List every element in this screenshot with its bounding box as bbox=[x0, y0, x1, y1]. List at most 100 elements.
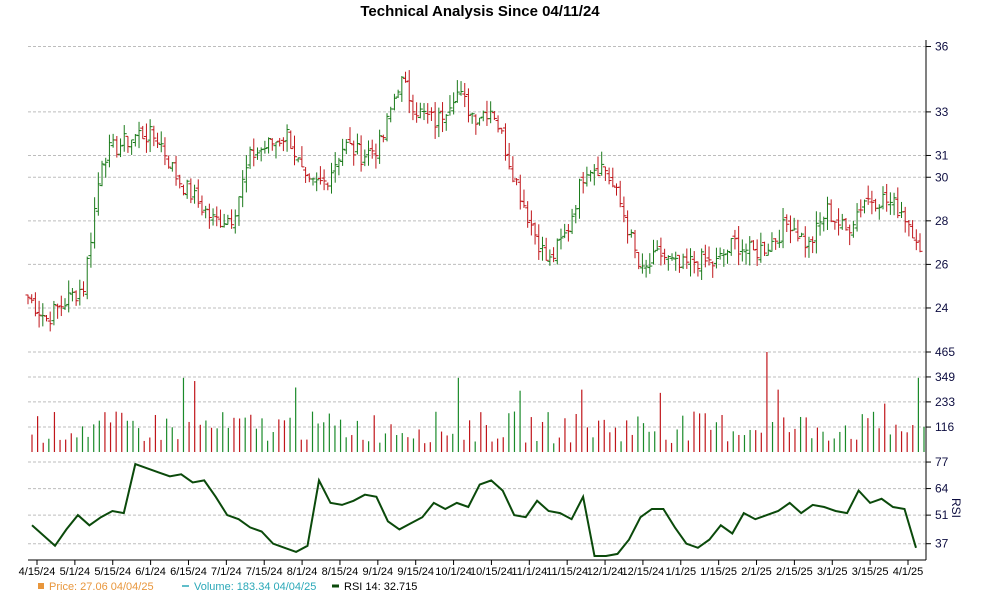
ohlc-bar bbox=[828, 199, 834, 223]
ohlc-bar bbox=[254, 147, 260, 160]
x-tick-label: 8/15/24 bbox=[322, 566, 359, 578]
ohlc-bar bbox=[243, 155, 249, 193]
rsi-y-axis: 37 51 64 77 bbox=[926, 455, 949, 551]
x-tick-label: 5/15/24 bbox=[94, 566, 131, 578]
ohlc-bar bbox=[95, 172, 101, 216]
volume-tick-label: 233 bbox=[935, 395, 955, 409]
x-tick-label: 9/1/24 bbox=[363, 566, 394, 578]
ohlc-bar bbox=[576, 178, 582, 219]
ohlc-bar bbox=[125, 135, 131, 153]
ohlc-bar bbox=[528, 210, 534, 236]
ohlc-bar bbox=[791, 217, 797, 231]
rsi-line bbox=[31, 462, 917, 557]
ohlc-bar bbox=[340, 138, 346, 166]
ohlc-bar bbox=[743, 243, 749, 265]
ohlc-bar bbox=[373, 143, 379, 169]
ohlc-bar bbox=[506, 142, 512, 170]
ohlc-bar bbox=[651, 239, 657, 265]
ohlc-bar bbox=[739, 239, 745, 262]
ohlc-bar bbox=[103, 157, 109, 178]
ohlc-bar bbox=[824, 196, 830, 230]
x-tick-label: 1/15/25 bbox=[700, 566, 737, 578]
x-tick-label: 12/15/24 bbox=[621, 566, 664, 578]
ohlc-bar bbox=[51, 300, 57, 326]
ohlc-bar bbox=[713, 247, 719, 269]
ohlc-bar bbox=[69, 288, 75, 302]
ohlc-bar bbox=[873, 198, 879, 212]
price-gridlines bbox=[28, 46, 926, 309]
ohlc-bar bbox=[773, 238, 779, 250]
ohlc-bar bbox=[869, 190, 875, 215]
ohlc-bar bbox=[199, 195, 205, 216]
ohlc-bar bbox=[421, 103, 427, 121]
ohlc-bar bbox=[895, 187, 901, 219]
ohlc-bar bbox=[717, 247, 723, 260]
ohlc-bar bbox=[332, 152, 338, 183]
ohlc-bar bbox=[613, 183, 619, 196]
ohlc-bar bbox=[728, 238, 734, 256]
ohlc-bar bbox=[639, 253, 645, 274]
ohlc-bar bbox=[214, 206, 220, 227]
rsi-tick-label: 37 bbox=[935, 537, 949, 551]
ohlc-bar bbox=[362, 149, 368, 167]
ohlc-bar bbox=[88, 232, 94, 268]
ohlc-bar bbox=[902, 206, 908, 233]
x-tick-label: 2/15/25 bbox=[776, 566, 813, 578]
price-tick-label: 31 bbox=[935, 148, 949, 162]
ohlc-bar bbox=[532, 222, 538, 245]
ohlc-bar bbox=[732, 229, 738, 250]
ohlc-bar bbox=[358, 135, 364, 172]
ohlc-bar bbox=[391, 93, 397, 111]
price-y-axis: 24 26 28 30 31 33 36 bbox=[926, 40, 949, 315]
ohlc-bar bbox=[913, 229, 919, 251]
ohlc-bar bbox=[891, 192, 897, 216]
legend-item: Price: 27.06 04/04/25 bbox=[38, 581, 154, 593]
legend-item: Volume: 183.34 04/04/25 bbox=[182, 581, 316, 593]
ohlc-bar bbox=[547, 249, 553, 266]
ohlc-bar bbox=[317, 166, 323, 185]
ohlc-bar bbox=[858, 199, 864, 218]
ohlc-bar bbox=[47, 311, 53, 332]
ohlc-bar bbox=[206, 203, 212, 229]
x-tick-label: 1/1/25 bbox=[665, 566, 696, 578]
x-tick-label: 7/15/24 bbox=[246, 566, 283, 578]
ohlc-bar bbox=[514, 178, 520, 186]
ohlc-bar bbox=[347, 127, 353, 144]
ohlc-bar bbox=[155, 132, 161, 148]
ohlc-bar bbox=[536, 224, 542, 260]
ohlc-bar bbox=[151, 125, 157, 147]
ohlc-bar bbox=[554, 238, 560, 265]
ohlc-bar bbox=[588, 170, 594, 182]
ohlc-bar bbox=[229, 209, 235, 229]
ohlc-bar bbox=[765, 243, 771, 256]
ohlc-bar bbox=[162, 137, 168, 166]
ohlc-bar bbox=[173, 155, 179, 186]
ohlc-bar bbox=[736, 226, 742, 266]
price-tick-label: 24 bbox=[935, 301, 949, 315]
ohlc-bar bbox=[632, 229, 638, 259]
ohlc-bar bbox=[621, 196, 627, 223]
x-axis: 4/15/24 5/1/24 5/15/24 6/1/24 6/15/24 7/1/24 7… bbox=[19, 559, 926, 578]
x-tick-label: 3/15/25 bbox=[852, 566, 889, 578]
ohlc-bar bbox=[432, 102, 438, 139]
ohlc-bar bbox=[284, 124, 290, 152]
ohlc-bar bbox=[110, 133, 116, 148]
legend-item: RSI 14: 32.715 bbox=[332, 581, 417, 593]
ohlc-bar bbox=[754, 239, 760, 267]
ohlc-bar bbox=[314, 172, 320, 192]
ohlc-bar bbox=[606, 167, 612, 185]
ohlc-bar bbox=[329, 162, 335, 194]
x-tick-label: 11/15/24 bbox=[546, 566, 588, 578]
ohlc-bar bbox=[521, 189, 527, 208]
ohlc-bar bbox=[654, 240, 660, 252]
ohlc-bar bbox=[695, 261, 701, 277]
rsi-panel: 37 51 64 77 RSI bbox=[28, 455, 963, 557]
chart-title: Technical Analysis Since 04/11/24 bbox=[360, 3, 600, 20]
ohlc-bar bbox=[617, 180, 623, 208]
ohlc-bar bbox=[451, 92, 457, 115]
x-tick-label: 4/1/25 bbox=[893, 566, 924, 578]
volume-tick-label: 116 bbox=[935, 420, 954, 434]
ohlc-bar bbox=[295, 157, 301, 163]
price-tick-label: 36 bbox=[935, 40, 949, 54]
price-tick-label: 33 bbox=[935, 105, 949, 119]
